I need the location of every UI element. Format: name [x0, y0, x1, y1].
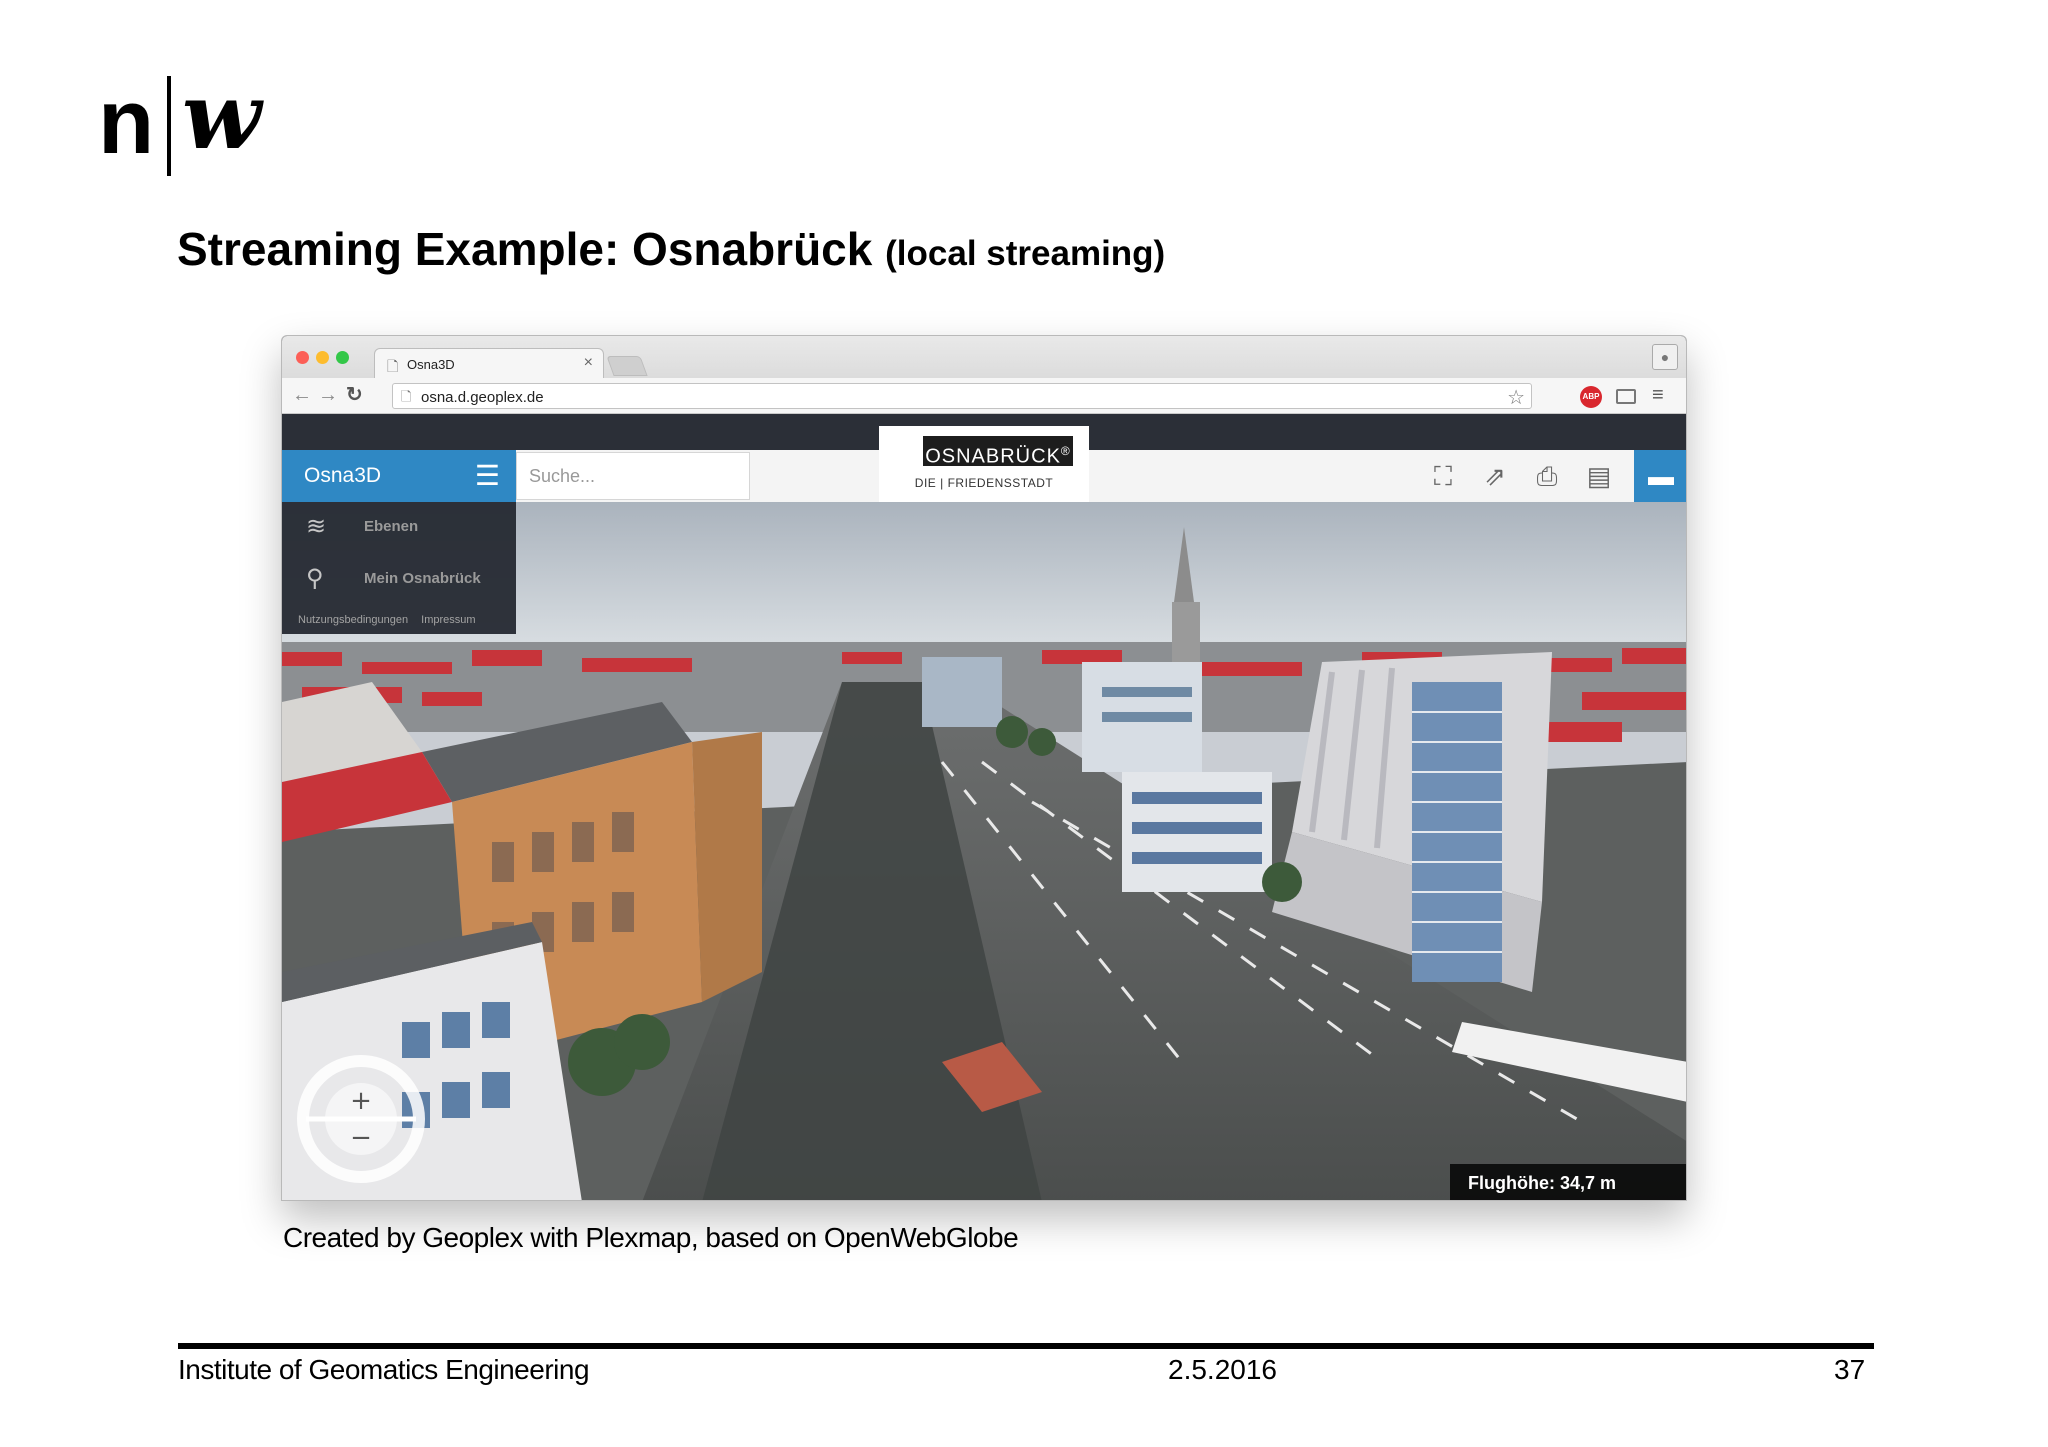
side-item-mein-osnabrueck[interactable]: ⚲ Mein Osnabrück: [282, 554, 516, 604]
toolbox-icon[interactable]: ▬: [1634, 450, 1686, 502]
fhnw-logo: n w: [98, 70, 288, 180]
browser-window: 🗋 Osna3D × ● ← → ↻ 🗋 osna.d.geoplex.de ☆…: [281, 335, 1687, 1201]
osnabrueck-logo: OSNABRÜCK® DIE | FRIEDENSSTADT: [879, 426, 1089, 502]
logo-divider: [167, 76, 171, 176]
footer-institute: Institute of Geomatics Engineering: [178, 1354, 590, 1385]
terms-link[interactable]: Nutzungsbedingungen: [298, 614, 408, 626]
page-icon: 🗋: [401, 389, 412, 404]
fullscreen-icon[interactable]: ⛶: [1426, 460, 1460, 492]
footer-divider: [178, 1343, 1874, 1349]
profile-icon[interactable]: ●: [1652, 344, 1678, 370]
forward-arrow-icon[interactable]: →: [318, 384, 338, 406]
logo-letter-n: n: [98, 71, 154, 173]
slide-title-sub: (local streaming): [885, 234, 1166, 273]
app-name: Osna3D: [304, 464, 382, 487]
reload-icon[interactable]: ↻: [346, 384, 363, 406]
window-zoom-button[interactable]: [336, 351, 349, 364]
osna3d-app: Osna3D ☰ ⛶ ⇗ ⎙ ▤ ▬ OSNABRÜCK® DIE | FRIE…: [282, 414, 1686, 1200]
url-text: osna.d.geoplex.de: [421, 389, 544, 406]
navigation-compass[interactable]: + −: [296, 1054, 426, 1184]
tab-title: Osna3D: [407, 357, 455, 372]
imprint-link[interactable]: Impressum: [421, 614, 475, 626]
bookmark-star-icon[interactable]: ☆: [1507, 385, 1525, 410]
altitude-readout: Flughöhe: 34,7 m: [1450, 1164, 1686, 1200]
side-menu: ≋ Ebenen ⚲ Mein Osnabrück Nutzungsbeding…: [282, 502, 516, 634]
side-links: Nutzungsbedingungen Impressum: [298, 614, 486, 626]
city-tagline: DIE | FRIEDENSSTADT: [914, 476, 1054, 490]
logo-letter-w: w: [182, 62, 262, 170]
window-minimize-button[interactable]: [316, 351, 329, 364]
city-logo-text: OSNABRÜCK: [925, 445, 1061, 468]
browser-tab[interactable]: 🗋 Osna3D ×: [374, 348, 604, 379]
tab-strip: 🗋 Osna3D × ●: [282, 336, 1686, 379]
app-brand: Osna3D ☰: [282, 450, 516, 502]
location-pin-icon: ⚲: [306, 565, 324, 592]
search-input[interactable]: [516, 452, 750, 500]
chrome-menu-icon[interactable]: ≡: [1652, 384, 1664, 407]
page-icon: 🗋: [387, 358, 399, 374]
print-icon[interactable]: ⎙: [1530, 460, 1564, 492]
map-icon[interactable]: ▤: [1582, 460, 1616, 492]
zoom-out-icon: −: [350, 1123, 372, 1153]
window-close-button[interactable]: [296, 351, 309, 364]
address-bar[interactable]: 🗋 osna.d.geoplex.de ☆: [392, 383, 1532, 409]
compass-graphic: + −: [297, 1055, 425, 1183]
image-caption: Created by Geoplex with Plexmap, based o…: [283, 1222, 1019, 1253]
hamburger-icon[interactable]: ☰: [475, 459, 500, 492]
slide-title-main: Streaming Example: Osnabrück: [177, 223, 886, 275]
side-item-label: Ebenen: [364, 518, 419, 535]
slide-title: Streaming Example: Osnabrück (local stre…: [177, 222, 1165, 276]
city-logo-registered: ®: [1060, 444, 1071, 458]
city-logo-box: OSNABRÜCK®: [923, 436, 1073, 468]
share-icon[interactable]: ⇗: [1478, 460, 1512, 492]
cast-icon[interactable]: [1616, 389, 1636, 404]
adblock-icon[interactable]: ABP: [1580, 386, 1602, 408]
zoom-in-icon: +: [350, 1086, 372, 1116]
new-tab-button[interactable]: [606, 356, 648, 376]
footer-page-number: 37: [1834, 1354, 1866, 1385]
browser-navbar: ← → ↻ 🗋 osna.d.geoplex.de ☆ ABP ≡: [282, 378, 1686, 414]
tab-close-icon[interactable]: ×: [584, 354, 593, 372]
side-item-label: Mein Osnabrück: [364, 570, 481, 587]
side-item-ebenen[interactable]: ≋ Ebenen: [282, 502, 516, 552]
footer-date: 2.5.2016: [1168, 1354, 1277, 1385]
back-arrow-icon[interactable]: ←: [292, 384, 312, 406]
layers-icon: ≋: [306, 513, 327, 540]
